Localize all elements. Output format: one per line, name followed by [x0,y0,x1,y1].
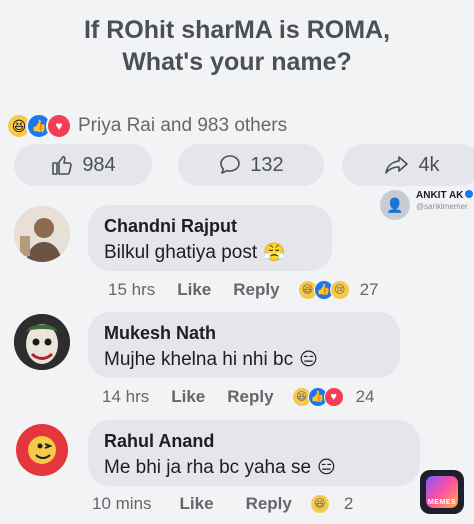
comment-count: 132 [250,153,284,176]
reactions-summary[interactable]: 😆 👍 ♥ Priya Rai and 983 others [6,112,287,140]
joker-face-icon [14,314,70,370]
verified-badge-icon [465,190,474,198]
commenter-avatar-mukesh[interactable] [14,314,70,370]
reaction-count: 24 [355,387,375,406]
comment-time: 14 hrs [102,387,150,406]
sad-reaction-icon: 😢 [329,280,350,300]
overlay-user-name: ANKIT AK [416,190,464,201]
reaction-icons: 😆 👍 ♥ [6,113,72,139]
comment-count-button[interactable]: 132 [178,144,324,186]
commenter-name[interactable]: Chandni Rajput [104,215,316,237]
reactions-text[interactable]: Priya Rai and 983 others [78,115,287,137]
reaction-count: 27 [359,280,379,299]
like-count-button[interactable]: 984 [14,144,152,186]
comment-text: Me bhi ja rha bc yaha se [104,457,312,478]
expressionless-emoji-icon: 😑 [299,349,318,369]
comment-reactions[interactable]: 😆 👍 ♥ [291,387,344,407]
commenter-avatar-chandni[interactable] [14,206,70,262]
thumbs-up-icon [52,155,73,175]
overlay-user-tag: 👤 ANKIT AK @sankimemer [380,190,474,220]
commenter-name[interactable]: Mukesh Nath [104,322,384,344]
expressionless-emoji-icon: 😑 [317,457,336,477]
reaction-count: 2 [343,494,354,513]
commenter-avatar-rahul[interactable] [14,422,70,478]
overlay-user-avatar: 👤 [380,190,410,220]
love-reaction-icon: ♥ [46,113,72,139]
commenter-name[interactable]: Rahul Anand [104,430,404,452]
comment-bubble-icon [220,155,241,174]
overlay-user-handle: @sankimemer [416,202,468,211]
comment-meta-2: 14 hrs Like Reply 😆 👍 ♥ 24 [102,386,375,408]
post-title-line-1: If ROhit sharMA is ROMA, [83,16,391,44]
comment-bubble-2: Mukesh Nath Mujhe khelna hi nhi bc 😑 [88,312,400,378]
haha-reaction-icon: 😆 [309,494,330,514]
comment-bubble-1: Chandni Rajput Bilkul ghatiya post 😤 [88,205,332,271]
like-link[interactable]: Like [177,280,211,300]
comment-text: Bilkul ghatiya post [104,242,258,263]
comment-bubble-3: Rahul Anand Me bhi ja rha bc yaha se 😑 [88,420,420,486]
comment-time: 15 hrs [108,280,156,299]
comment-text: Mujhe khelna hi nhi bc [104,349,294,370]
memes-app-logo: MEMES [420,470,464,514]
like-count: 984 [82,153,116,176]
share-count-button[interactable]: 4k [342,144,474,186]
reply-link[interactable]: Reply [227,387,273,407]
share-count: 4k [418,153,440,176]
comment-meta-1: 15 hrs Like Reply 😆 👍 😢 27 [108,279,379,301]
like-link[interactable]: Like [171,387,205,407]
comment-time: 10 mins [92,494,152,513]
reply-link[interactable]: Reply [246,494,292,514]
post-title-line-2: What's your name? [122,48,352,76]
comment-reactions[interactable]: 😆 👍 😢 [297,280,350,300]
winking-face-icon [16,424,68,476]
comment-reactions[interactable]: 😆 [309,494,330,514]
share-arrow-icon [385,156,409,174]
memes-logo-label: MEMES [427,499,457,506]
profile-photo-icon [14,206,70,262]
comment-meta-3: 10 mins Like Reply 😆 2 [92,493,353,515]
steam-face-emoji-icon: 😤 [263,242,286,262]
love-reaction-icon: ♥ [323,387,344,407]
reply-link[interactable]: Reply [233,280,279,300]
post-title: If ROhit sharMA is ROMA, What's your nam… [0,14,474,78]
like-link[interactable]: Like [180,494,214,514]
